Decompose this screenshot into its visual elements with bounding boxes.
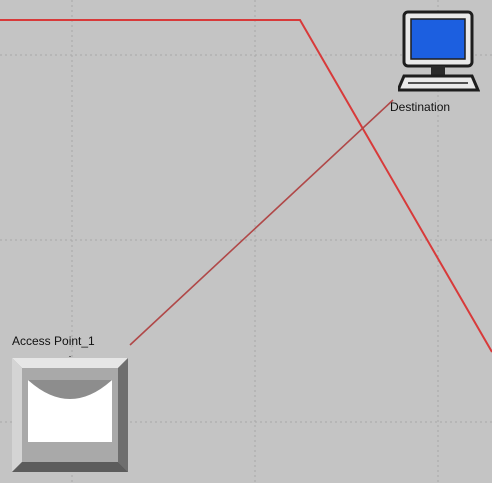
access-point-label: Access Point_1 <box>12 334 95 348</box>
access-point-icon[interactable] <box>12 356 130 474</box>
destination-label: Destination <box>390 100 451 114</box>
computer-monitor-icon[interactable] <box>398 10 480 96</box>
access-point-to-destination-link[interactable] <box>129 99 394 346</box>
network-canvas[interactable]: Destination Access Point_1 <box>0 0 492 483</box>
